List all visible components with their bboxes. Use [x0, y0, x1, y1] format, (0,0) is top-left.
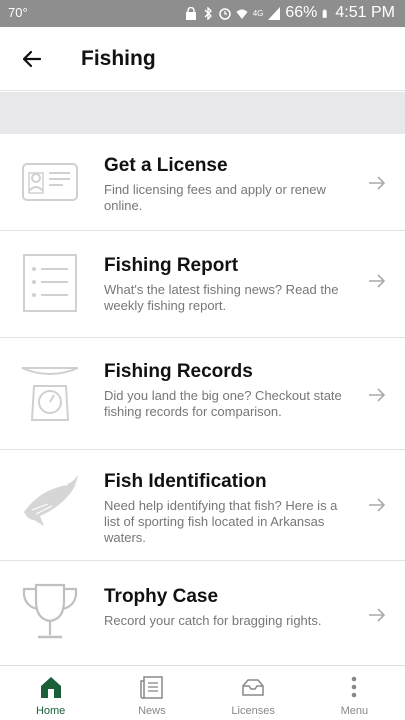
item-title: Fish Identification: [104, 471, 267, 492]
nav-menu[interactable]: Menu: [304, 666, 405, 720]
header-spacer: [0, 92, 405, 134]
nav-label: Home: [35, 705, 66, 717]
item-title: Fishing Report: [104, 255, 239, 276]
menu-dots-icon: [352, 676, 357, 698]
nav-licenses[interactable]: Licenses: [203, 666, 304, 720]
nav-label: News: [138, 705, 166, 717]
network-label: 4G: [252, 8, 264, 18]
clock: 4:51 PM: [335, 4, 395, 21]
temperature-label: 70°: [8, 5, 28, 20]
page-title: Fishing: [81, 47, 156, 70]
bluetooth-icon: [204, 6, 212, 20]
status-bar: 70° 4G 66% 4:51 PM: [0, 0, 405, 27]
lock-icon: [185, 6, 196, 20]
chevron-right-icon: [369, 176, 386, 190]
nav-news[interactable]: News: [101, 666, 202, 720]
chevron-right-icon: [369, 498, 386, 512]
app-bar: Fishing: [0, 27, 405, 91]
list-item-get-license[interactable]: Get a License Find licensing fees and ap…: [0, 134, 405, 231]
item-title: Fishing Records: [104, 361, 253, 382]
list-item-fishing-records[interactable]: Fishing Records Did you land the big one…: [0, 338, 405, 450]
home-icon: [40, 677, 61, 698]
alarm-icon: [218, 7, 231, 20]
chevron-right-icon: [369, 274, 386, 288]
battery-icon: [323, 9, 328, 18]
item-description: Record your catch for bragging rights.: [104, 613, 322, 628]
fish-icon: [24, 474, 78, 526]
report-list-icon: [23, 254, 77, 312]
battery-percent: 66%: [285, 4, 318, 21]
scale-icon: [21, 367, 79, 421]
item-title: Get a License: [104, 155, 228, 176]
list-item-fish-identification[interactable]: Fish Identification Need help identifyin…: [0, 450, 405, 561]
nav-label: Licenses: [231, 705, 275, 717]
back-arrow-icon[interactable]: [18, 45, 46, 73]
bottom-navigation: Home News Licenses Menu: [0, 665, 405, 720]
nav-label: Menu: [340, 705, 369, 717]
signal-icon: [268, 6, 281, 20]
wifi-icon: [236, 9, 248, 19]
chevron-right-icon: [369, 608, 386, 622]
licenses-icon: [242, 679, 264, 696]
item-description: What's the latest fishing news? Read the…: [104, 282, 339, 313]
item-description: Find licensing fees and apply or renew o…: [104, 182, 326, 213]
item-description: Did you land the big one? Checkout state…: [104, 388, 342, 419]
menu-list: Get a License Find licensing fees and ap…: [0, 134, 405, 665]
trophy-icon: [22, 583, 78, 639]
list-item-trophy-case[interactable]: Trophy Case Record your catch for braggi…: [0, 561, 405, 665]
chevron-right-icon: [369, 388, 386, 402]
license-card-icon: [22, 163, 78, 201]
item-title: Trophy Case: [104, 586, 219, 607]
news-icon: [140, 676, 163, 699]
nav-home[interactable]: Home: [0, 666, 101, 720]
list-item-fishing-report[interactable]: Fishing Report What's the latest fishing…: [0, 231, 405, 338]
item-description: Need help identifying that fish? Here is…: [104, 498, 338, 545]
